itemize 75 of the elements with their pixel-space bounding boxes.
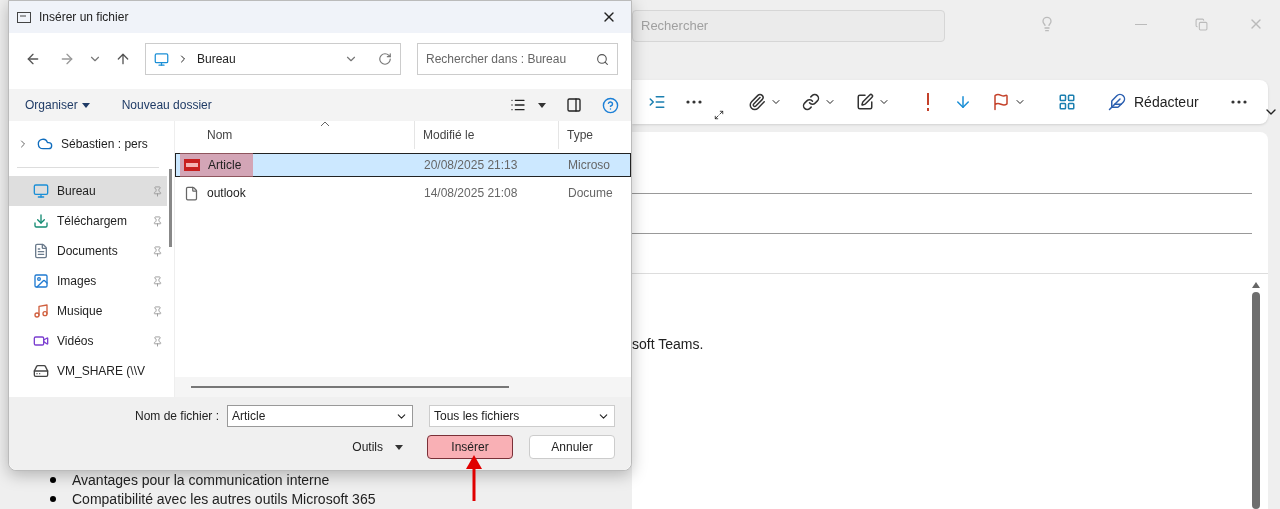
flag-icon: [992, 93, 1010, 111]
annotation-arrow: [465, 455, 483, 501]
insert-button[interactable]: Insérer: [427, 435, 513, 459]
file-name: Article: [180, 153, 254, 177]
pen-icon: [856, 93, 874, 111]
restore-icon: [1195, 17, 1208, 31]
file-date: 20/08/2025 21:13: [423, 157, 519, 174]
organize-button[interactable]: Organiser: [25, 96, 90, 114]
drive-icon: [33, 363, 49, 379]
filename-label: Nom de fichier :: [134, 408, 219, 425]
file-date: 14/08/2025 21:08: [423, 185, 519, 202]
bullet-item: Compatibilité avec les autres outils Microsoft 365: [50, 491, 376, 507]
file-name: outlook: [180, 181, 258, 205]
file-type-dropdown[interactable]: Tous les fichiers: [429, 405, 615, 427]
grid-icon: [1058, 93, 1076, 111]
refresh-icon: [378, 52, 392, 66]
indent-icon: [648, 93, 666, 111]
nav-scrollbar[interactable]: [169, 169, 172, 247]
column-header[interactable]: Type: [559, 121, 631, 149]
nav-item[interactable]: Vidéos: [9, 326, 167, 356]
list-view-icon: [510, 97, 526, 113]
arrow-down-icon: [954, 93, 972, 111]
sort-icon: [321, 121, 329, 126]
tools-button[interactable]: Outils: [352, 438, 403, 456]
column-header[interactable]: Modifié le: [415, 121, 559, 149]
preview-pane-icon: [566, 97, 582, 113]
file-type: Docume: [567, 185, 613, 202]
search-field[interactable]: Rechercher dans : Bureau: [417, 43, 618, 75]
file-row[interactable]: outlook 14/08/2025 21:08 Docume: [175, 181, 631, 205]
bullet-item: Avantages pour la communication interne: [50, 472, 376, 488]
cloud-icon: [37, 136, 53, 152]
nav-item[interactable]: Sébastien : pers: [9, 129, 167, 159]
nav-item[interactable]: VM_SHARE (\\V: [9, 356, 167, 386]
paperclip-icon: [748, 93, 766, 111]
file-type: Microso: [567, 157, 610, 174]
nav-item[interactable]: Documents: [9, 236, 167, 266]
help-icon: [602, 96, 619, 114]
view-button[interactable]: [510, 97, 546, 113]
more-icon: [1230, 100, 1247, 104]
download-icon: [33, 213, 49, 229]
nav-item[interactable]: Musique: [9, 296, 167, 326]
caret-icon: [81, 102, 90, 108]
document-icon: [33, 243, 49, 259]
video-icon: [33, 333, 49, 349]
minimize-icon: [1135, 23, 1147, 25]
horizontal-scrollbar[interactable]: [191, 386, 509, 388]
window-icon: [17, 11, 31, 23]
exclamation-icon: [926, 93, 930, 111]
scrollbar[interactable]: [1252, 282, 1260, 509]
cancel-button[interactable]: Annuler: [529, 435, 615, 459]
editor-button[interactable]: Rédacteur: [1100, 86, 1207, 118]
arrow-right-icon: [59, 51, 75, 67]
image-icon: [33, 273, 49, 289]
desktop-icon: [154, 51, 169, 67]
nav-item[interactable]: Images: [9, 266, 167, 296]
link-icon: [802, 93, 820, 111]
more-icon: [686, 100, 702, 104]
search-icon: [596, 52, 609, 66]
desktop-icon: [33, 183, 49, 199]
column-header[interactable]: Nom: [175, 121, 415, 149]
body-text: soft Teams.: [632, 336, 704, 352]
window-title: Insérer un fichier: [39, 9, 129, 26]
filename-field[interactable]: Article: [227, 405, 413, 427]
address-bar[interactable]: Bureau: [145, 43, 401, 75]
caret-icon: [538, 102, 546, 108]
feather-icon: [1108, 93, 1126, 111]
caret-icon: [395, 444, 403, 450]
document-icon: [184, 185, 199, 201]
music-note-icon: [33, 303, 49, 319]
nav-item[interactable]: Téléchargem: [9, 206, 167, 236]
new-folder-button[interactable]: Nouveau dossier: [121, 96, 212, 114]
lightbulb-icon: [1039, 16, 1055, 32]
expand-icon: [714, 110, 724, 120]
file-row[interactable]: Article 20/08/2025 21:13 Microso: [175, 153, 631, 177]
nav-item[interactable]: Bureau: [9, 176, 167, 206]
